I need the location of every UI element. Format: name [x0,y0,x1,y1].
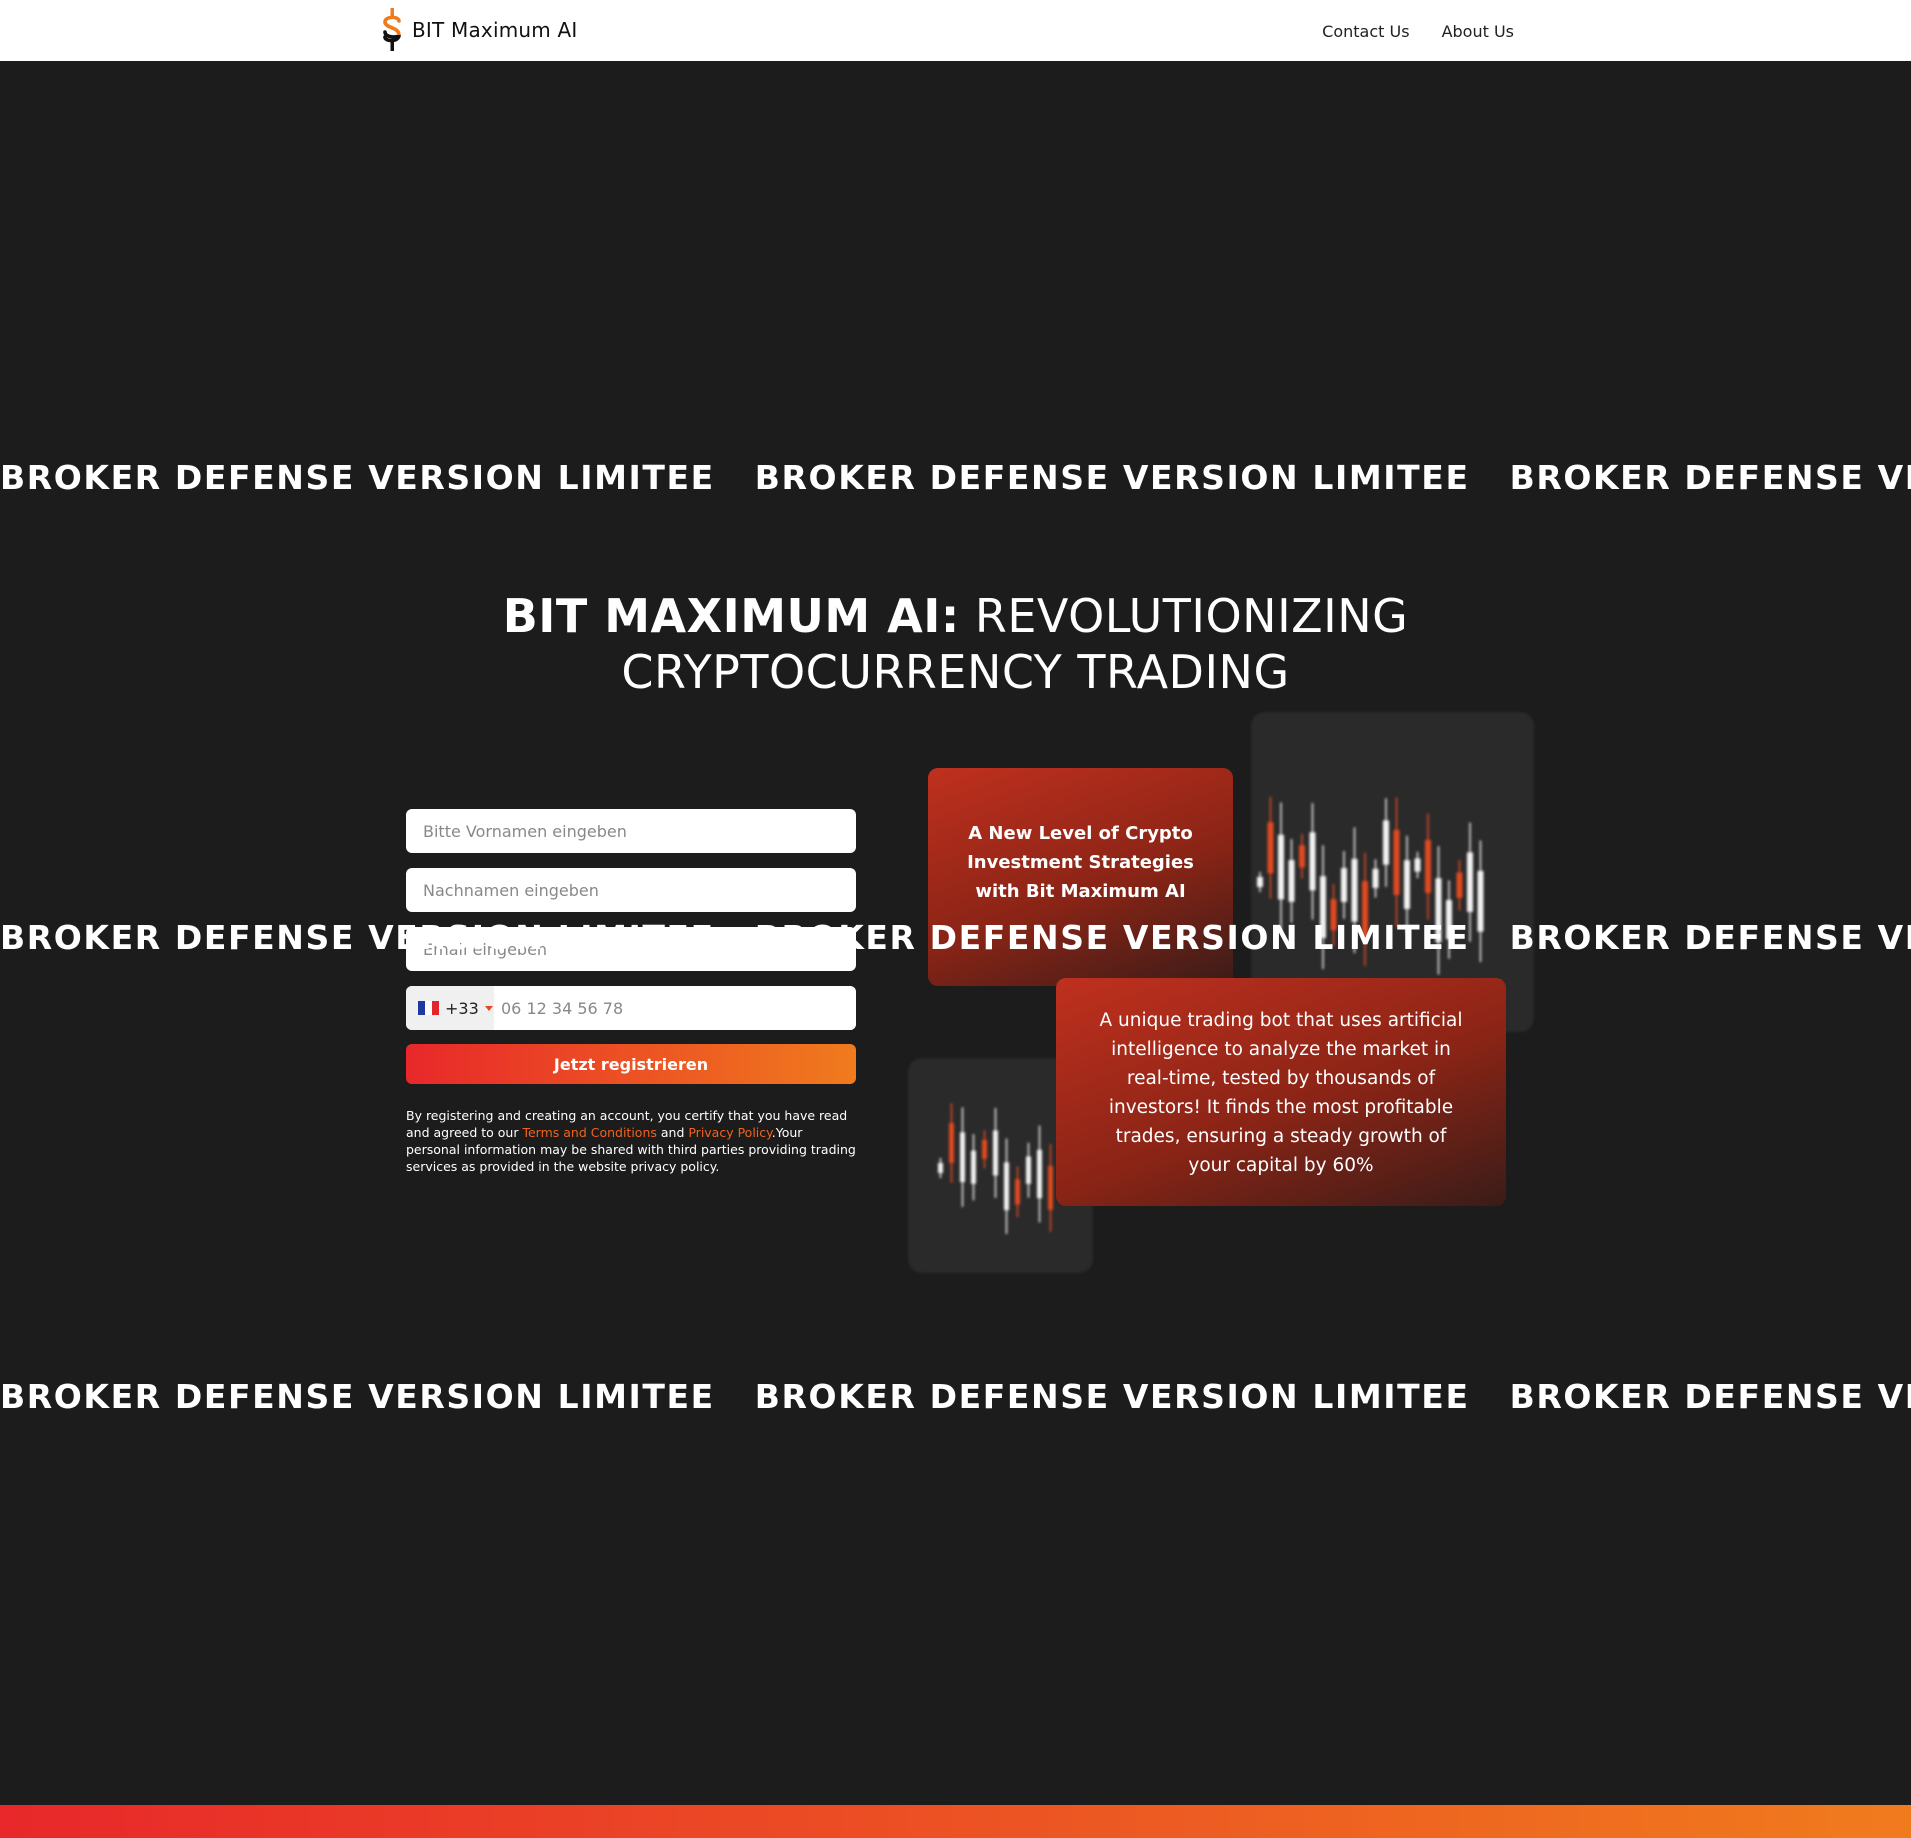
card-title: A New Level of Crypto Investment Strateg… [967,822,1194,902]
phone-field: +33 [406,986,856,1030]
candle-body [1257,877,1263,887]
candle-body [1467,852,1473,912]
country-code-select[interactable]: +33 [406,986,494,1030]
candle-body [971,1150,976,1184]
terms-link[interactable]: Terms and Conditions [522,1125,656,1140]
france-flag-icon [418,1001,439,1015]
dial-code: +33 [445,998,479,1018]
first-name-input[interactable] [406,809,856,853]
ticker-text: BROKER DEFENSE VERSION LIMITEE [1509,458,1911,497]
ticker-row-3: BROKER DEFENSE VERSION LIMITEE BROKER DEF… [0,1375,1911,1419]
top-nav: Contact Us About Us [1322,22,1514,41]
candle-body [1026,1156,1031,1184]
ticker-text: BROKER DEFENSE VERSION LIMITEE [754,1377,1470,1416]
ticker-text: BROKER DEFENSE VERSION LIMITEE [0,1377,715,1416]
candle-body [1299,845,1305,868]
headline-line1: REVOLUTIONIZING [974,589,1409,643]
footer-accent-bar [0,1805,1911,1838]
brand-name: BIT Maximum AI [412,18,578,42]
candle-body [993,1130,998,1176]
candle-body [1404,860,1410,909]
candle-body [1267,822,1274,874]
candle-body [960,1132,965,1183]
feature-card-strategies: A New Level of Crypto Investment Strateg… [928,768,1233,986]
candle-body [1362,881,1368,938]
headline-line2: CRYPTOCURRENCY TRADING [621,645,1290,699]
candle-body [1414,858,1421,872]
privacy-link[interactable]: Privacy Policy [688,1125,771,1140]
candle-body [1341,868,1347,902]
candle-body [1383,820,1389,865]
candle-body [1446,900,1452,940]
candle-body [1015,1179,1020,1205]
ticker-text: BROKER DEFENSE VERSION LIMITEE [754,458,1470,497]
candle-body [1372,868,1379,889]
candle-body [1037,1149,1042,1199]
hero-headline: BIT MAXIMUM AI: REVOLUTIONIZING CRYPTOCU… [0,588,1911,700]
card-description: A unique trading bot that uses artificia… [1099,1010,1463,1176]
ticker-text: BROKER DEFENSE VERSION LIMITEE [1509,918,1911,957]
dollar-logo-icon [383,8,401,51]
candle-body [1048,1165,1053,1210]
last-name-input[interactable] [406,868,856,912]
candle-body [1004,1162,1009,1211]
candle-body [982,1139,987,1159]
register-button[interactable]: Jetzt registrieren [406,1044,856,1084]
candle-body [1456,872,1463,898]
ticker-row-1: BROKER DEFENSE VERSION LIMITEE BROKER DEF… [0,456,1911,500]
nav-about-us[interactable]: About Us [1442,22,1514,41]
candle-body [1320,876,1326,939]
disclaimer-text: By registering and creating an account, … [406,1107,856,1175]
candle-body [1393,829,1400,895]
candle-body [1330,899,1337,931]
candle-body [1477,870,1484,932]
site-header: BIT Maximum AI Contact Us About Us [0,0,1911,61]
phone-input[interactable] [494,986,856,1030]
ticker-text: BROKER DEFENSE VERSION LIMITEE [1509,1377,1911,1416]
registration-form: +33 Jetzt registrieren By registering an… [406,809,856,1175]
ticker-text: BROKER DEFENSE VERSION LIMITEE [0,458,715,497]
candle-body [949,1123,954,1164]
candle-body [1309,832,1316,891]
headline-brand: BIT MAXIMUM AI: [502,589,960,643]
candle-body [1435,878,1442,943]
caret-down-icon [484,1005,493,1011]
disclaimer-part: and [656,1125,689,1140]
email-input[interactable] [406,927,856,971]
nav-contact-us[interactable]: Contact Us [1322,22,1409,41]
candle-body [938,1163,943,1173]
candle-body [1425,839,1431,894]
candle-body [1351,858,1358,922]
candle-body [1278,834,1284,900]
candle-body [1288,860,1295,902]
brand-logo[interactable]: BIT Maximum AI [380,8,577,52]
feature-card-bot: A unique trading bot that uses artificia… [1056,978,1506,1206]
